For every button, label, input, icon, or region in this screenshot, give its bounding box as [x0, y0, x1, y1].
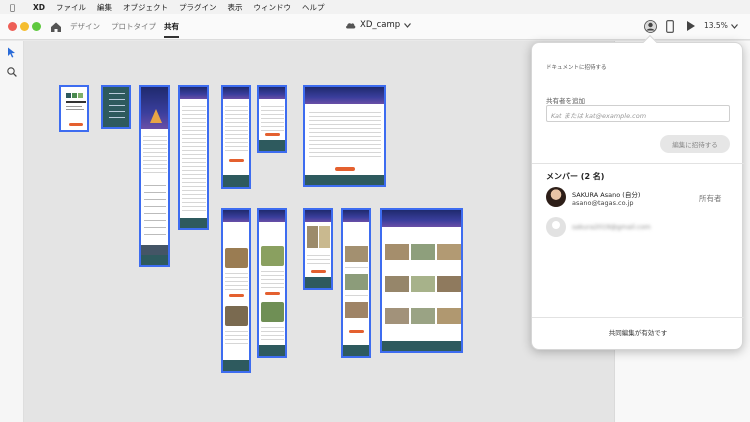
divider	[532, 317, 744, 318]
chevron-down-icon[interactable]	[404, 22, 412, 28]
select-arrow-icon[interactable]	[7, 47, 16, 58]
title-bar: デザイン プロトタイプ 共有 XD_camp 13.5%	[0, 14, 750, 40]
artboard-gear-list-2[interactable]	[257, 208, 287, 358]
member-email: sakura2019@gmail.com	[572, 223, 651, 231]
menu-item-window[interactable]: ウィンドウ	[254, 2, 292, 13]
artboard-article[interactable]	[178, 85, 209, 230]
zoom-level[interactable]: 13.5%	[704, 21, 728, 30]
collaborator-input[interactable]: Kat または kat@example.com	[546, 105, 730, 122]
invite-title: ドキュメントに招待する	[546, 65, 607, 71]
zoom-chevron-down-icon[interactable]	[731, 24, 738, 29]
minimize-window-button[interactable]	[20, 22, 29, 31]
document-name: XD_camp	[360, 20, 401, 30]
tab-prototype[interactable]: プロトタイプ	[111, 21, 156, 32]
add-collaborator-label: 共有者を追加	[546, 97, 585, 105]
tab-design[interactable]: デザイン	[70, 21, 100, 32]
play-icon[interactable]	[686, 20, 696, 32]
artboard-style-guide[interactable]	[59, 85, 89, 132]
artboard-gallery-mobile[interactable]	[303, 208, 333, 290]
left-toolbar	[0, 41, 24, 422]
divider	[532, 163, 744, 164]
menu-item-file[interactable]: ファイル	[56, 2, 86, 13]
coediting-status: 共同編集が有効です	[608, 329, 668, 337]
member-email: asano@tagas.co.jp	[572, 199, 634, 207]
avatar	[546, 187, 566, 207]
avatar-placeholder	[546, 217, 566, 237]
menu-item-edit[interactable]: 編集	[97, 2, 112, 13]
maximize-window-button[interactable]	[32, 22, 41, 31]
document-title[interactable]: XD_camp	[345, 20, 412, 30]
menu-item-view[interactable]: 表示	[228, 2, 243, 13]
home-icon[interactable]	[49, 20, 63, 34]
design-canvas[interactable]	[24, 41, 614, 422]
menu-item-object[interactable]: オブジェクト	[123, 2, 168, 13]
menu-item-plugins[interactable]: プラグイン	[179, 2, 217, 13]
member-name: SAKURA Asano (自分)	[572, 191, 641, 199]
share-invite-popup: ドキュメントに招待する 共有者を追加 Kat または kat@example.c…	[531, 34, 744, 350]
member-role: 所有者	[699, 194, 722, 203]
invite-to-edit-button[interactable]: 編集に招待する	[660, 135, 730, 153]
zoom-search-icon[interactable]	[7, 67, 17, 77]
apple-logo-icon[interactable]: 	[10, 3, 22, 12]
user-circle-icon[interactable]	[644, 20, 657, 33]
cloud-icon	[346, 23, 356, 29]
artboard-form-mobile[interactable]	[221, 85, 251, 189]
menu-bar:  XD ファイル 編集 オブジェクト プラグイン 表示 ウィンドウ ヘルプ	[0, 0, 750, 14]
tab-share[interactable]: 共有	[164, 21, 179, 38]
menu-app[interactable]: XD	[33, 3, 45, 12]
artboard-menu[interactable]	[101, 85, 131, 129]
artboard-photos-mobile[interactable]	[341, 208, 371, 358]
close-window-button[interactable]	[8, 22, 17, 31]
artboard-photos-desktop[interactable]	[380, 208, 463, 353]
artboard-gear-list-1[interactable]	[221, 208, 251, 373]
artboard-form-desktop[interactable]	[303, 85, 386, 187]
mobile-preview-icon[interactable]	[666, 20, 674, 33]
menu-item-help[interactable]: ヘルプ	[302, 2, 325, 13]
artboard-top-mobile[interactable]	[139, 85, 170, 267]
artboard-form-confirm[interactable]	[257, 85, 287, 153]
members-heading: メンバー (2 名)	[546, 172, 605, 181]
